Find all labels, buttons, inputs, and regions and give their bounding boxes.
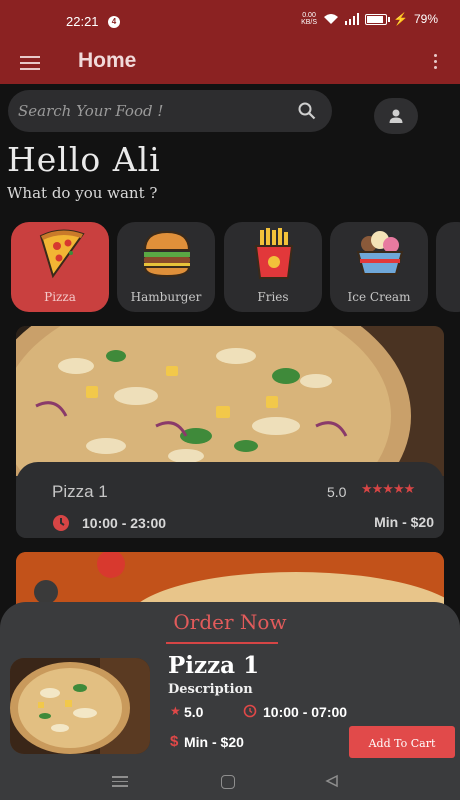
order-hours: 10:00 - 07:00 bbox=[263, 704, 348, 720]
food-card[interactable]: Pizza 1 5.0 ★★★★★ 10:00 - 23:00 Min - $2… bbox=[16, 326, 444, 538]
food-rating: 5.0 bbox=[327, 484, 347, 500]
status-time: 22:21 bbox=[66, 14, 99, 29]
star-icon: ★ bbox=[170, 704, 181, 718]
hamburger-menu-icon[interactable] bbox=[20, 56, 40, 70]
battery-icon bbox=[365, 13, 391, 25]
back-icon[interactable] bbox=[325, 774, 339, 788]
fries-icon bbox=[254, 228, 294, 279]
app-bar: Home bbox=[0, 44, 460, 84]
more-vert-icon[interactable] bbox=[434, 54, 438, 72]
profile-button[interactable] bbox=[374, 98, 418, 134]
food-card-info: Pizza 1 5.0 ★★★★★ 10:00 - 23:00 Min - $2… bbox=[16, 462, 444, 538]
category-hamburger[interactable]: Hamburger bbox=[117, 222, 215, 312]
food-name: Pizza 1 bbox=[52, 482, 108, 501]
food-image bbox=[16, 326, 444, 476]
category-pizza[interactable]: Pizza bbox=[11, 222, 109, 312]
system-nav-bar bbox=[0, 764, 460, 800]
search-icon[interactable] bbox=[298, 102, 316, 120]
min-price: Min - $20 bbox=[374, 514, 434, 530]
hamburger-icon bbox=[143, 230, 191, 278]
charging-icon: ⚡ bbox=[393, 12, 408, 26]
wifi-icon bbox=[324, 14, 339, 24]
search-bar[interactable]: Search Your Food ! bbox=[8, 90, 332, 132]
opening-hours: 10:00 - 23:00 bbox=[82, 515, 167, 531]
signal-icon bbox=[345, 13, 360, 25]
pizza-icon bbox=[39, 229, 85, 279]
order-food-name: Pizza 1 bbox=[168, 652, 260, 679]
order-food-description: Description bbox=[168, 682, 253, 697]
category-next[interactable] bbox=[436, 222, 460, 312]
page-title: Home bbox=[78, 49, 137, 72]
order-min-price: Min - $20 bbox=[184, 734, 244, 750]
network-speed: 0.00 KB/S bbox=[301, 12, 318, 26]
category-label: Ice Cream bbox=[347, 290, 411, 304]
ice-cream-icon bbox=[356, 231, 404, 275]
pizza-photo bbox=[16, 326, 444, 476]
status-bar: 22:21 4 0.00 KB/S ⚡ 79% bbox=[0, 0, 460, 44]
category-fries[interactable]: Fries bbox=[224, 222, 322, 312]
category-ice-cream[interactable]: Ice Cream bbox=[330, 222, 428, 312]
greeting-title: Hello Ali bbox=[7, 140, 161, 179]
order-sheet: Order Now Pizza 1 Description ★ 5.0 10:0… bbox=[0, 602, 460, 764]
add-to-cart-button[interactable]: Add To Cart bbox=[349, 726, 455, 758]
title-underline bbox=[166, 642, 278, 644]
battery-fill bbox=[367, 15, 383, 23]
notification-badge: 4 bbox=[108, 16, 120, 28]
battery-percent: 79% bbox=[413, 12, 438, 26]
order-rating: 5.0 bbox=[184, 704, 204, 720]
greeting-subtitle: What do you want ? bbox=[7, 184, 158, 202]
status-right: 0.00 KB/S ⚡ 79% bbox=[301, 12, 438, 26]
category-label: Fries bbox=[257, 290, 289, 304]
pizza-thumbnail bbox=[10, 658, 150, 754]
dollar-icon: $ bbox=[170, 733, 179, 750]
home-icon[interactable] bbox=[221, 775, 235, 789]
category-label: Pizza bbox=[44, 290, 76, 304]
person-icon bbox=[389, 109, 403, 123]
order-now-title: Order Now bbox=[173, 610, 287, 634]
recents-icon[interactable] bbox=[112, 776, 128, 788]
clock-icon bbox=[53, 515, 69, 531]
star-rating: ★★★★★ bbox=[361, 482, 415, 497]
category-label: Hamburger bbox=[130, 290, 202, 304]
order-food-image bbox=[10, 658, 150, 754]
clock-icon bbox=[243, 704, 257, 718]
search-input[interactable]: Search Your Food ! bbox=[18, 102, 163, 120]
